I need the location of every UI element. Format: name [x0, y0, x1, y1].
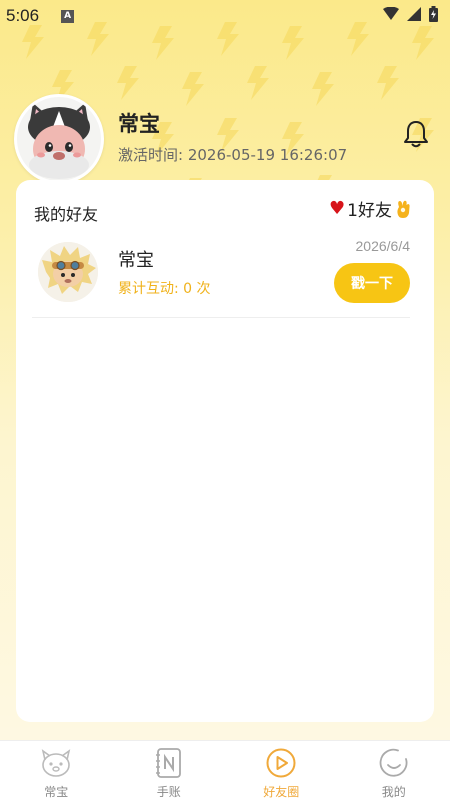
smile-icon: [377, 747, 411, 779]
tab-notebook[interactable]: 手账: [113, 741, 226, 800]
signal-icon: [407, 7, 421, 21]
friend-avatar[interactable]: [38, 242, 98, 302]
profile-header: 常宝 激活时间: 2026-05-19 16:26:07: [14, 94, 434, 184]
avatar[interactable]: [14, 94, 104, 184]
notification-icon: A: [61, 9, 75, 23]
battery-icon: [429, 6, 438, 22]
wifi-icon: [383, 7, 399, 20]
notebook-icon: [152, 747, 186, 779]
friends-card: 我的好友 ♥ 1好友 常宝 累计互动: 0 次 2026/6/4 戳一下: [16, 180, 434, 722]
poke-button[interactable]: 戳一下: [334, 263, 410, 303]
friends-title: 我的好友: [34, 205, 99, 224]
friend-count: ♥ 1好友: [329, 196, 412, 221]
user-name: 常宝: [118, 112, 160, 136]
status-time: 5:06: [6, 6, 40, 25]
activation-time: 激活时间: 2026-05-19 16:26:07: [118, 144, 347, 165]
tab-pet[interactable]: 常宝: [0, 741, 113, 800]
husky-avatar-icon: [17, 97, 101, 181]
friend-date: 2026/6/4: [355, 238, 411, 254]
tab-friends-circle[interactable]: 好友圈: [225, 741, 338, 800]
lion-avatar-icon: [38, 242, 98, 302]
tab-label: 手账: [156, 785, 181, 799]
list-item[interactable]: 常宝 累计互动: 0 次 2026/6/4 戳一下: [32, 228, 410, 318]
activation-value: 2026-05-19 16:26:07: [187, 146, 348, 164]
heart-icon: ♥: [329, 198, 346, 219]
friend-name: 常宝: [118, 250, 154, 271]
friend-count-text: 1好友: [347, 201, 392, 221]
ok-hand-icon: [397, 200, 410, 218]
activation-label: 激活时间:: [118, 146, 184, 164]
status-bar: 5:06 A: [0, 0, 450, 32]
bell-icon: [404, 121, 428, 148]
tab-label: 常宝: [44, 785, 69, 799]
pet-icon: [39, 747, 73, 779]
interaction-count: 累计互动: 0 次: [118, 281, 211, 297]
notification-button[interactable]: [398, 116, 434, 152]
bottom-tab-bar: 常宝 手账 好友圈 我的: [0, 740, 450, 800]
play-circle-icon: [264, 747, 298, 779]
tab-mine[interactable]: 我的: [338, 741, 450, 800]
tab-label: 我的: [381, 785, 406, 799]
tab-label: 好友圈: [263, 785, 300, 799]
